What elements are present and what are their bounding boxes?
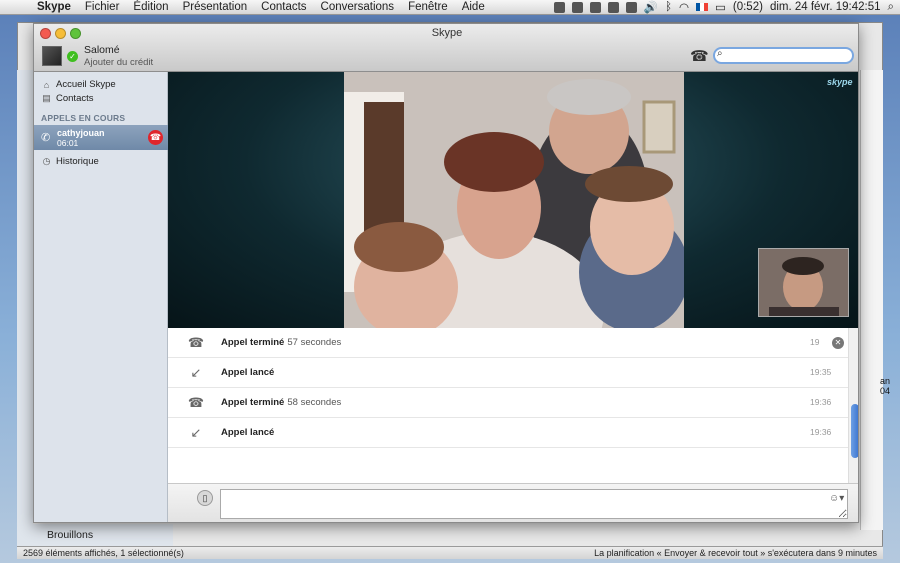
online-status-icon[interactable]: ✓ xyxy=(67,51,78,62)
history-row-label: Appel terminé xyxy=(221,397,285,408)
call-started-icon: ↙ xyxy=(190,425,202,440)
menu-clock[interactable]: dim. 24 févr. 19:42:51 xyxy=(770,1,881,13)
history-row: ↙ Appel lancé 19:36 xyxy=(168,418,848,448)
dismiss-button[interactable]: ✕ xyxy=(832,337,844,349)
emoticon-picker-icon[interactable]: ☺▾ xyxy=(829,493,844,504)
french-flag-icon[interactable] xyxy=(696,3,709,11)
history-row: ↙ Appel lancé 19:35 xyxy=(168,358,848,388)
history-row-label: Appel lancé xyxy=(221,367,275,378)
sidebar-item-history[interactable]: ◷ Historique xyxy=(34,154,168,169)
menu-aide[interactable]: Aide xyxy=(455,1,492,13)
skype-sidebar: ⌂ Accueil Skype ▤ Contacts APPELS EN COU… xyxy=(34,72,168,522)
mail-status-left: 2569 éléments affichés, 1 sélectionné(s) xyxy=(23,548,184,558)
drafts-label: Brouillons xyxy=(47,529,94,541)
skype-titlebar[interactable]: Skype ✓ Salomé Ajouter du crédit ☎ ⌕ xyxy=(34,24,858,72)
call-contact-name: cathyjouan xyxy=(57,128,105,138)
conversation-history: ☎ Appel terminé 57 secondes 19 ✕ ↙ Appel … xyxy=(168,328,858,483)
dial-pad-icon[interactable]: ☎ xyxy=(690,47,709,65)
menu-presentation[interactable]: Présentation xyxy=(176,1,255,13)
history-row: ☎ Appel terminé 57 secondes 19 ✕ xyxy=(168,328,848,358)
call-duration: 06:01 xyxy=(57,138,79,148)
background-mail-list-edge xyxy=(860,70,883,530)
display-icon[interactable] xyxy=(607,1,619,13)
history-row-time: 19:35 xyxy=(810,367,832,377)
history-row-detail: 57 secondes xyxy=(287,337,342,348)
clock-icon: ◷ xyxy=(42,156,51,166)
history-row-time: 19:36 xyxy=(810,427,832,437)
menu-bar: Skype Fichier Édition Présentation Conta… xyxy=(0,0,900,15)
user-name[interactable]: Salomé xyxy=(84,44,120,56)
menu-fichier[interactable]: Fichier xyxy=(78,1,127,13)
call-ended-icon: ☎ xyxy=(187,395,205,410)
bluetooth-icon[interactable]: ᛒ xyxy=(665,1,672,13)
sidebar-item-label: Historique xyxy=(56,156,99,167)
history-row-label: Appel terminé xyxy=(221,337,285,348)
globe-icon[interactable] xyxy=(571,1,583,13)
home-icon: ⌂ xyxy=(43,79,50,90)
menu-edition[interactable]: Édition xyxy=(126,1,175,13)
history-row-detail: 58 secondes xyxy=(287,397,342,408)
history-scrollbar[interactable] xyxy=(848,328,858,483)
user-avatar[interactable] xyxy=(42,46,62,66)
skype-logo: skype xyxy=(827,77,853,87)
window-title: Skype xyxy=(431,27,463,39)
add-credit-link[interactable]: Ajouter du crédit xyxy=(84,57,153,68)
self-video-preview[interactable] xyxy=(758,248,849,317)
sidebar-item-home[interactable]: ⌂ Accueil Skype xyxy=(34,77,168,92)
history-row-label: Appel lancé xyxy=(221,427,275,438)
volume-icon[interactable]: 🔊 xyxy=(644,0,658,14)
call-started-icon: ↙ xyxy=(190,365,202,380)
mailbox-drafts[interactable]: Brouillons xyxy=(17,524,173,546)
self-video-image xyxy=(759,249,848,316)
menu-extras: 🔊 ᛒ ◠ ▭ (0:52) dim. 24 févr. 19:42:51 ⌕ xyxy=(553,0,900,14)
sidebar-item-contacts[interactable]: ▤ Contacts xyxy=(34,91,168,106)
history-row-time: 19:36 xyxy=(810,397,832,407)
wifi-icon[interactable]: ◠ xyxy=(679,0,689,14)
battery-icon[interactable]: ▭ xyxy=(715,0,726,14)
sidebar-item-label: Contacts xyxy=(56,93,94,104)
message-input[interactable] xyxy=(220,489,848,519)
history-row: ☎ Appel terminé 58 secondes 19:36 xyxy=(168,388,848,418)
sidebar-item-label: Accueil Skype xyxy=(56,79,116,90)
menu-skype[interactable]: Skype xyxy=(30,1,78,13)
menu-conversations[interactable]: Conversations xyxy=(314,1,402,13)
skype-status-icon[interactable] xyxy=(553,1,565,13)
call-active-icon: ✆ xyxy=(41,132,51,144)
search-icon: ⌕ xyxy=(717,48,723,59)
skype-window: Skype ✓ Salomé Ajouter du crédit ☎ ⌕ ⌂ A… xyxy=(33,23,859,523)
sidebar-item-active-call[interactable]: ✆ cathyjouan 06:01 ☎ xyxy=(34,125,168,150)
hang-up-button[interactable]: ☎ xyxy=(148,130,163,145)
video-call-area[interactable]: skype xyxy=(168,72,858,328)
history-scrollbar-thumb[interactable] xyxy=(851,404,858,458)
menu-fenetre[interactable]: Fenêtre xyxy=(401,1,455,13)
sms-phone-button[interactable]: ▯ xyxy=(197,490,213,506)
spotlight-icon[interactable]: ⌕ xyxy=(888,1,894,14)
contacts-book-icon: ▤ xyxy=(42,93,51,103)
sync-icon[interactable] xyxy=(589,1,601,13)
background-mail-sidebar xyxy=(17,70,33,530)
remote-video-image xyxy=(344,72,684,328)
mail-status-right: La planification « Envoyer & recevoir to… xyxy=(594,548,877,558)
remote-video-feed[interactable] xyxy=(344,72,684,328)
sidebar-section-ongoing-calls: APPELS EN COURS xyxy=(41,113,126,123)
call-ended-icon: ☎ xyxy=(187,335,205,350)
history-row-time: 19 xyxy=(810,337,820,347)
time-machine-icon[interactable] xyxy=(625,1,637,13)
search-input[interactable] xyxy=(713,47,854,64)
mail-status-bar: 2569 éléments affichés, 1 sélectionné(s)… xyxy=(17,546,883,559)
menu-contacts[interactable]: Contacts xyxy=(254,1,313,13)
battery-time: (0:52) xyxy=(732,1,763,13)
background-mail-clipped-text: an 04 xyxy=(880,376,891,396)
message-input-bar: ▯ ☺▾ xyxy=(168,483,858,522)
